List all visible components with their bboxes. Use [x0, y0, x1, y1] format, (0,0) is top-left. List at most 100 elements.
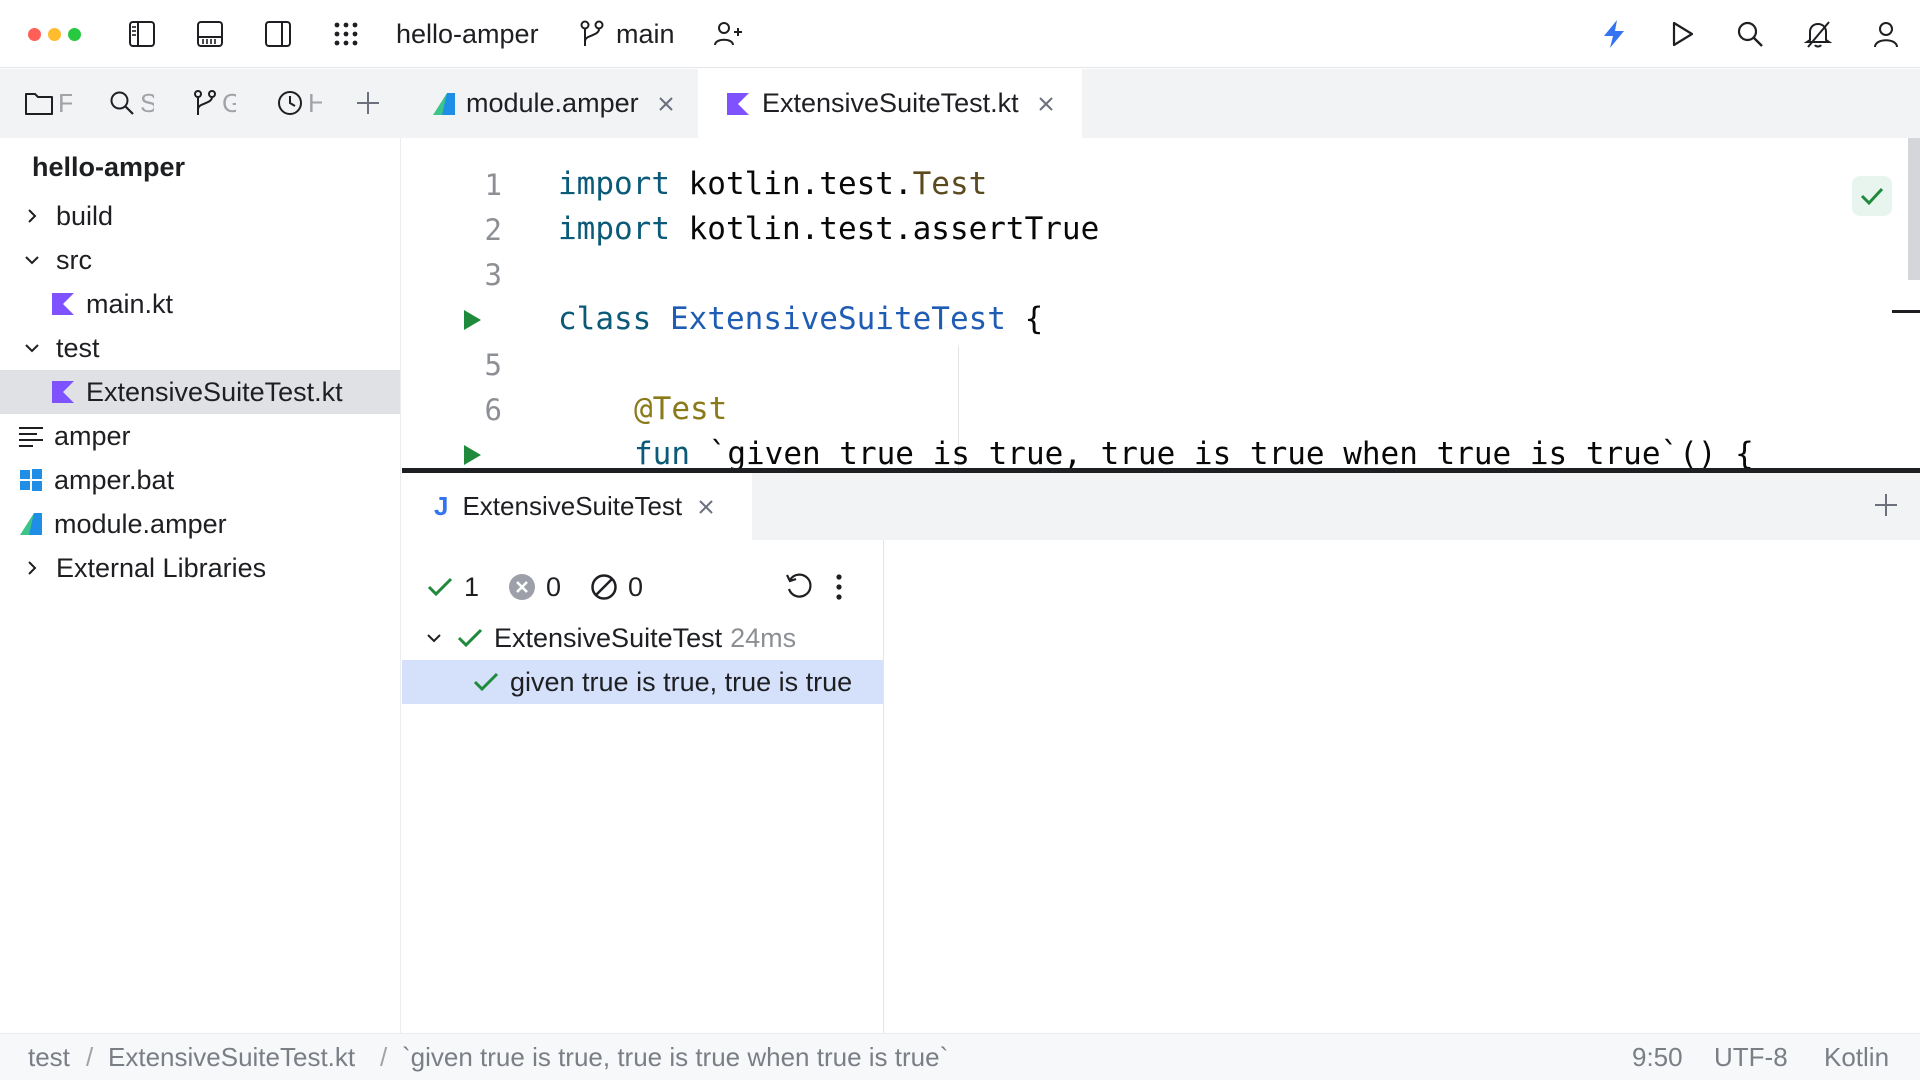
sidebar-right-icon[interactable]: [258, 14, 298, 54]
tool-tab-label: F: [58, 87, 72, 118]
editor-tabs: module.amper ExtensiveSuiteTest.kt: [402, 69, 1920, 138]
notifications-off-icon[interactable]: [1798, 14, 1838, 54]
windows-icon: [18, 467, 44, 493]
code-line-2: import kotlin.test.assertTrue: [558, 211, 1100, 247]
line-number: 1: [484, 168, 502, 202]
tree-item-amper[interactable]: amper: [0, 414, 400, 458]
tool-tab-git[interactable]: G: [192, 83, 236, 123]
failed-counter[interactable]: 0: [508, 570, 561, 604]
profile-icon[interactable]: [1866, 14, 1906, 54]
scroll-marker: [1892, 310, 1920, 313]
tab-extensive-suite-test[interactable]: ExtensiveSuiteTest.kt: [698, 69, 1082, 138]
run-gutter-icon[interactable]: [460, 443, 484, 467]
project-root[interactable]: hello-amper: [32, 152, 185, 183]
breadcrumb-item[interactable]: test: [28, 1042, 70, 1073]
caret-position[interactable]: 9:50: [1632, 1042, 1683, 1073]
close-icon[interactable]: [655, 93, 677, 115]
editor-scrollbar[interactable]: [1908, 138, 1920, 280]
tree-item-extensive-suite-test[interactable]: ExtensiveSuiteTest.kt: [0, 370, 400, 414]
code-line-4: class ExtensiveSuiteTest {: [558, 301, 1044, 337]
branch-name[interactable]: main: [616, 16, 675, 52]
ignored-counter[interactable]: 0: [590, 570, 643, 604]
add-user-icon[interactable]: [708, 14, 748, 54]
close-icon[interactable]: [1035, 93, 1057, 115]
tree-item-label: amper.bat: [54, 464, 175, 495]
tree-item-src[interactable]: src: [0, 238, 400, 282]
test-name: given true is true, true is true: [510, 666, 853, 697]
amper-icon: [18, 511, 44, 537]
tool-tab-history[interactable]: H: [276, 83, 322, 123]
amper-icon: [432, 92, 456, 116]
lightning-icon[interactable]: [1594, 14, 1634, 54]
tool-tab-files[interactable]: F: [24, 83, 72, 123]
check-icon: [472, 670, 500, 694]
kotlin-file-icon: [50, 291, 76, 317]
plus-icon[interactable]: [1872, 491, 1900, 519]
file-language[interactable]: Kotlin: [1824, 1042, 1889, 1073]
run-tabs: J ExtensiveSuiteTest: [402, 473, 1920, 540]
tab-module-amper[interactable]: module.amper: [402, 69, 698, 138]
test-case-row[interactable]: given true is true, true is true: [402, 660, 883, 704]
tree-item-label: test: [56, 332, 100, 363]
tree-item-external-libraries[interactable]: External Libraries: [0, 546, 400, 590]
tool-tab-search[interactable]: S: [108, 83, 154, 123]
passed-counter[interactable]: 1: [426, 570, 479, 604]
tree-item-build[interactable]: build: [0, 194, 400, 238]
line-number: 2: [484, 213, 502, 247]
tree-item-main-kt[interactable]: main.kt: [0, 282, 400, 326]
chevron-down-icon[interactable]: [20, 248, 44, 272]
history-icon: [276, 89, 304, 117]
git-branch-icon[interactable]: [572, 14, 612, 54]
chevron-right-icon[interactable]: [20, 204, 44, 228]
code-line-7: fun `given true is true, true is true wh…: [634, 436, 1754, 468]
add-tool-tab-button[interactable]: [354, 83, 382, 123]
code-editor[interactable]: 1 2 3 5 6 import kotlin.test.Test import…: [402, 138, 1920, 468]
breadcrumb-item[interactable]: ExtensiveSuiteTest.kt: [108, 1042, 355, 1073]
rerun-icon[interactable]: [784, 572, 814, 602]
ignored-count: 0: [628, 571, 644, 602]
tree-item-label: amper: [54, 420, 131, 451]
zoom-window-button[interactable]: [68, 28, 81, 41]
kotlin-file-icon: [50, 379, 76, 405]
chevron-right-icon[interactable]: [20, 556, 44, 580]
breadcrumb-item[interactable]: `given true is true, true is true when t…: [402, 1042, 948, 1073]
project-name[interactable]: hello-amper: [396, 16, 539, 52]
tree-item-amper-bat[interactable]: amper.bat: [0, 458, 400, 502]
panel-bottom-icon[interactable]: [190, 14, 230, 54]
check-icon: [456, 626, 484, 650]
passed-count: 1: [464, 571, 480, 602]
breadcrumb-separator: /: [86, 1042, 94, 1072]
run-gutter-icon[interactable]: [460, 308, 484, 332]
apps-grid-icon[interactable]: [326, 14, 366, 54]
sidebar-left-icon[interactable]: [122, 14, 162, 54]
tree-item-label: module.amper: [54, 508, 227, 539]
status-bar: test / ExtensiveSuiteTest.kt / `given tr…: [0, 1033, 1920, 1080]
test-suite-row[interactable]: ExtensiveSuiteTest 24ms: [402, 616, 883, 660]
plus-icon: [354, 89, 382, 117]
line-number: 3: [484, 258, 502, 292]
more-options-icon[interactable]: [834, 572, 844, 602]
tree-item-test[interactable]: test: [0, 326, 400, 370]
search-icon[interactable]: [1730, 14, 1770, 54]
test-output-console[interactable]: [885, 540, 1920, 1033]
chevron-down-icon[interactable]: [20, 336, 44, 360]
file-encoding[interactable]: UTF-8: [1714, 1042, 1788, 1073]
chevron-down-icon[interactable]: [422, 630, 446, 646]
code-line-6: @Test: [634, 391, 728, 427]
tree-item-label: External Libraries: [56, 552, 267, 583]
run-icon[interactable]: [1662, 14, 1702, 54]
tab-run-extensive-suite-test[interactable]: J ExtensiveSuiteTest: [402, 473, 752, 540]
close-window-button[interactable]: [28, 28, 41, 41]
kotlin-file-icon: [726, 92, 750, 116]
line-number: 5: [484, 348, 502, 382]
tab-label: ExtensiveSuiteTest: [462, 491, 683, 521]
git-icon: [192, 89, 218, 117]
junit-icon: J: [434, 491, 449, 521]
tree-item-module-amper[interactable]: module.amper: [0, 502, 400, 546]
run-panel: 1 0 0 ExtensiveSuiteTest 24ms given true…: [402, 540, 1920, 1033]
inspection-ok-icon[interactable]: [1852, 176, 1892, 216]
breadcrumb-separator: /: [380, 1042, 388, 1072]
close-icon[interactable]: [698, 499, 714, 515]
ignored-icon: [590, 573, 618, 601]
minimize-window-button[interactable]: [48, 28, 61, 41]
